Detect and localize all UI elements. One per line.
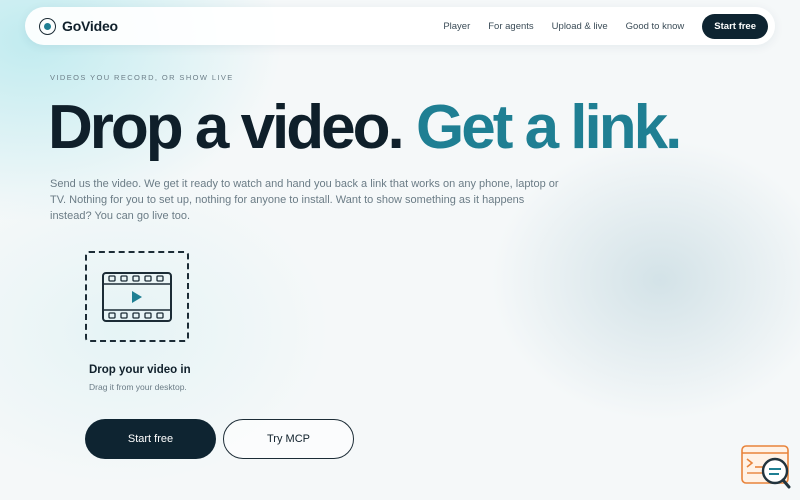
- brand-logo-icon: [39, 17, 56, 35]
- brand[interactable]: GoVideo: [39, 17, 118, 35]
- nav-link-upload-live[interactable]: Upload & live: [543, 21, 617, 32]
- dropzone-subtitle: Drag it from your desktop.: [89, 382, 187, 392]
- nav-links: Player For agents Upload & live Good to …: [434, 13, 768, 39]
- floating-widget[interactable]: [741, 445, 791, 489]
- top-nav: GoVideo Player For agents Upload & live …: [25, 7, 775, 45]
- hero-lede: Send us the video. We get it ready to wa…: [50, 178, 559, 222]
- hero-headline: Drop a video. Get a link.: [48, 92, 682, 164]
- dropzone-title: Drop your video in: [89, 364, 191, 376]
- headline-part-1: Drop a video.: [48, 93, 405, 162]
- start-free-button[interactable]: Start free: [85, 419, 216, 459]
- video-dropzone[interactable]: [85, 251, 189, 342]
- try-mcp-button[interactable]: Try MCP: [223, 419, 354, 459]
- page: GoVideo Player For agents Upload & live …: [0, 0, 800, 500]
- nav-link-player[interactable]: Player: [434, 21, 479, 32]
- nav-link-good-to-know[interactable]: Good to know: [617, 21, 694, 32]
- brand-name: GoVideo: [62, 18, 118, 34]
- film-play-icon: [102, 271, 172, 322]
- search-console-icon: [741, 445, 791, 489]
- headline-part-2: Get a link.: [415, 93, 682, 162]
- hero-eyebrow: VIDEOS YOU RECORD, OR SHOW LIVE: [50, 73, 234, 82]
- nav-start-free-button[interactable]: Start free: [702, 13, 768, 39]
- nav-link-for-agents[interactable]: For agents: [479, 21, 542, 32]
